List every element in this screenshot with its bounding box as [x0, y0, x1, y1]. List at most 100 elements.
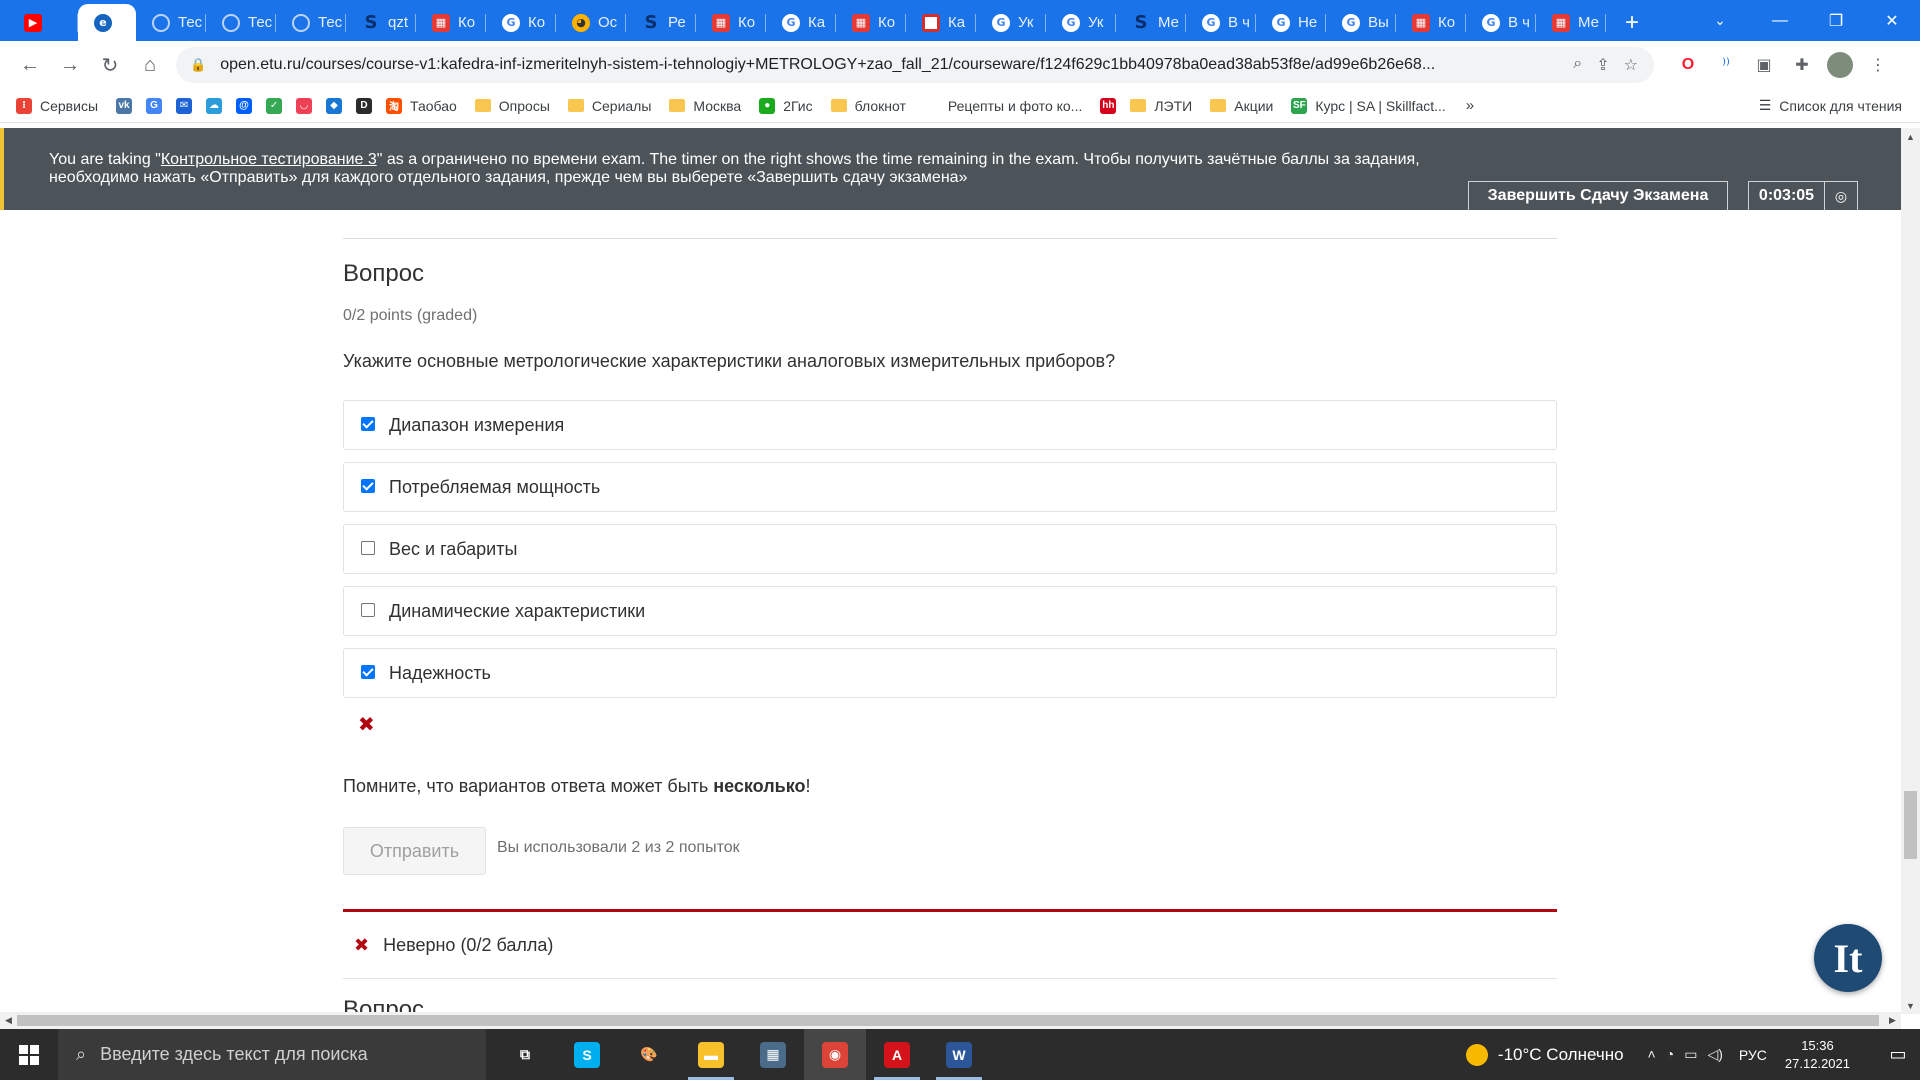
choice-option[interactable]: Надежность: [343, 648, 1557, 698]
browser-tab[interactable]: G Ка: [766, 4, 836, 41]
bookmark-item[interactable]: Опросы: [474, 98, 550, 114]
scroll-up-icon[interactable]: ▲: [1901, 128, 1920, 145]
browser-tab[interactable]: Тес: [206, 4, 276, 41]
bookmark-item[interactable]: ● 2Гис: [759, 97, 813, 114]
browser-tab[interactable]: Sqzt: [346, 4, 416, 41]
bookmark-item[interactable]: ЛЭТИ: [1130, 98, 1192, 114]
bookmarks-overflow-button[interactable]: »: [1466, 97, 1474, 114]
bookmark-item[interactable]: ☁: [206, 97, 223, 114]
reading-list-button[interactable]: ☰ Список для чтения: [1759, 97, 1902, 114]
browser-tab[interactable]: ▦ Ко: [836, 4, 906, 41]
battery-icon[interactable]: ▭: [1684, 1046, 1697, 1063]
choice-checkbox[interactable]: [361, 479, 375, 493]
forward-arrow-icon[interactable]: →: [50, 45, 90, 85]
clock[interactable]: 15:36 27.12.2021: [1785, 1037, 1850, 1073]
share-icon[interactable]: ⇪: [1596, 55, 1609, 75]
speech-extension-icon[interactable]: ⁾⁾: [1710, 49, 1742, 81]
horizontal-scrollbar-thumb[interactable]: [17, 1015, 1879, 1026]
profile-avatar[interactable]: [1824, 49, 1856, 81]
choice-checkbox[interactable]: [361, 417, 375, 431]
bookmark-item[interactable]: Рецепты и фото ко...: [923, 97, 1082, 114]
browser-tab[interactable]: G Ук: [1046, 4, 1116, 41]
bookmark-item[interactable]: SF Курс | SA | Skillfact...: [1291, 97, 1446, 114]
browser-tab[interactable]: Ка: [906, 4, 976, 41]
tab-search-icon[interactable]: ⌄: [1700, 0, 1740, 41]
finish-exam-button[interactable]: Завершить Сдачу Экзамена: [1468, 181, 1728, 210]
taskbar-app[interactable]: ▬: [680, 1029, 742, 1080]
taskbar-search[interactable]: ⌕ Введите здесь текст для поиска: [58, 1029, 486, 1080]
browser-menu-icon[interactable]: ⋮: [1862, 49, 1894, 81]
scroll-right-icon[interactable]: ▶: [1884, 1012, 1901, 1029]
browser-tab[interactable]: ▦ Ко: [416, 4, 486, 41]
home-icon[interactable]: ⌂: [130, 45, 170, 85]
network-icon[interactable]: ◔: [1666, 1046, 1674, 1063]
chevron-up-icon[interactable]: ˄: [1648, 1046, 1656, 1063]
close-icon[interactable]: ✕: [1864, 0, 1920, 41]
it-chat-widget[interactable]: It: [1814, 924, 1882, 992]
bookmark-item[interactable]: Москва: [669, 98, 741, 114]
submit-button[interactable]: Отправить: [343, 827, 486, 875]
browser-tab[interactable]: G Вы: [1326, 4, 1396, 41]
choice-checkbox[interactable]: [361, 541, 375, 555]
hide-timer-button[interactable]: ◎: [1825, 182, 1857, 210]
bookmark-item[interactable]: ⁝ Сервисы: [16, 97, 98, 114]
bookmark-item[interactable]: Акции: [1210, 98, 1273, 114]
taskbar-app[interactable]: ▦: [742, 1029, 804, 1080]
taskbar-app[interactable]: S: [556, 1029, 618, 1080]
bookmark-item[interactable]: ◆: [326, 97, 343, 114]
browser-tab[interactable]: G Ко: [486, 4, 556, 41]
taskbar-app[interactable]: ◉: [804, 1029, 866, 1080]
bookmark-item[interactable]: hh: [1100, 97, 1117, 114]
choice-option[interactable]: Вес и габариты: [343, 524, 1557, 574]
exam-name-link[interactable]: Контрольное тестирование 3: [161, 151, 377, 168]
bookmark-item[interactable]: Сериалы: [567, 98, 651, 114]
url-text[interactable]: open.etu.ru/courses/course-v1:kafedra-in…: [220, 56, 1573, 74]
choice-option[interactable]: Динамические характеристики: [343, 586, 1557, 636]
scrollbar-thumb[interactable]: [1904, 791, 1917, 859]
input-language[interactable]: РУС: [1739, 1047, 1767, 1063]
notification-icon[interactable]: ▭: [1876, 1029, 1920, 1080]
choice-option[interactable]: Диапазон измерения: [343, 400, 1557, 450]
vertical-scrollbar[interactable]: ▲ ▼: [1901, 128, 1920, 1014]
puzzle-extensions-icon[interactable]: ✚: [1786, 49, 1818, 81]
zoom-icon[interactable]: ⌕: [1573, 55, 1582, 75]
bookmark-item[interactable]: 淘 Таобао: [386, 97, 457, 114]
bookmark-item[interactable]: @: [236, 97, 253, 114]
browser-tab[interactable]: GВ ч: [1466, 4, 1536, 41]
browser-tab[interactable]: GВ ч: [1186, 4, 1256, 41]
horizontal-scrollbar[interactable]: ◀ ▶: [0, 1012, 1901, 1029]
taskbar-app[interactable]: W: [928, 1029, 990, 1080]
browser-tab[interactable]: Тес: [136, 4, 206, 41]
cube-extension-icon[interactable]: ▣: [1748, 49, 1780, 81]
choice-option[interactable]: Потребляемая мощность: [343, 462, 1557, 512]
taskbar-app[interactable]: ⧉: [494, 1029, 556, 1080]
browser-tab[interactable]: G Не: [1256, 4, 1326, 41]
bookmark-item[interactable]: vk: [116, 97, 133, 114]
bookmark-item[interactable]: ✉: [176, 97, 193, 114]
weather-widget[interactable]: -10°C Солнечно: [1465, 1043, 1624, 1066]
address-bar[interactable]: 🔒 open.etu.ru/courses/course-v1:kafedra-…: [176, 47, 1654, 83]
bookmark-item[interactable]: ✓: [266, 97, 283, 114]
browser-tab[interactable]: e: [78, 4, 136, 41]
browser-tab[interactable]: S Ме: [1116, 4, 1186, 41]
scroll-down-icon[interactable]: ▼: [1901, 997, 1920, 1014]
lock-icon[interactable]: 🔒: [190, 57, 206, 73]
minimize-icon[interactable]: —: [1752, 0, 1808, 41]
browser-tab[interactable]: ◕ Ос: [556, 4, 626, 41]
choice-checkbox[interactable]: [361, 665, 375, 679]
browser-tab[interactable]: ▦ Ко: [1396, 4, 1466, 41]
start-button[interactable]: [0, 1029, 58, 1080]
bookmark-item[interactable]: ◡: [296, 97, 313, 114]
choice-checkbox[interactable]: [361, 603, 375, 617]
browser-tab[interactable]: G Ук: [976, 4, 1046, 41]
browser-tab[interactable]: ▶: [8, 4, 78, 41]
scroll-left-icon[interactable]: ◀: [0, 1012, 17, 1029]
browser-tab[interactable]: Тес: [276, 4, 346, 41]
restore-icon[interactable]: ❐: [1808, 0, 1864, 41]
new-tab-button[interactable]: +: [1612, 4, 1652, 41]
bookmark-item[interactable]: блокнот: [830, 98, 906, 114]
reload-icon[interactable]: ↻: [90, 45, 130, 85]
back-arrow-icon[interactable]: ←: [10, 45, 50, 85]
taskbar-app[interactable]: 🎨: [618, 1029, 680, 1080]
bookmark-star-icon[interactable]: ☆: [1624, 55, 1638, 75]
